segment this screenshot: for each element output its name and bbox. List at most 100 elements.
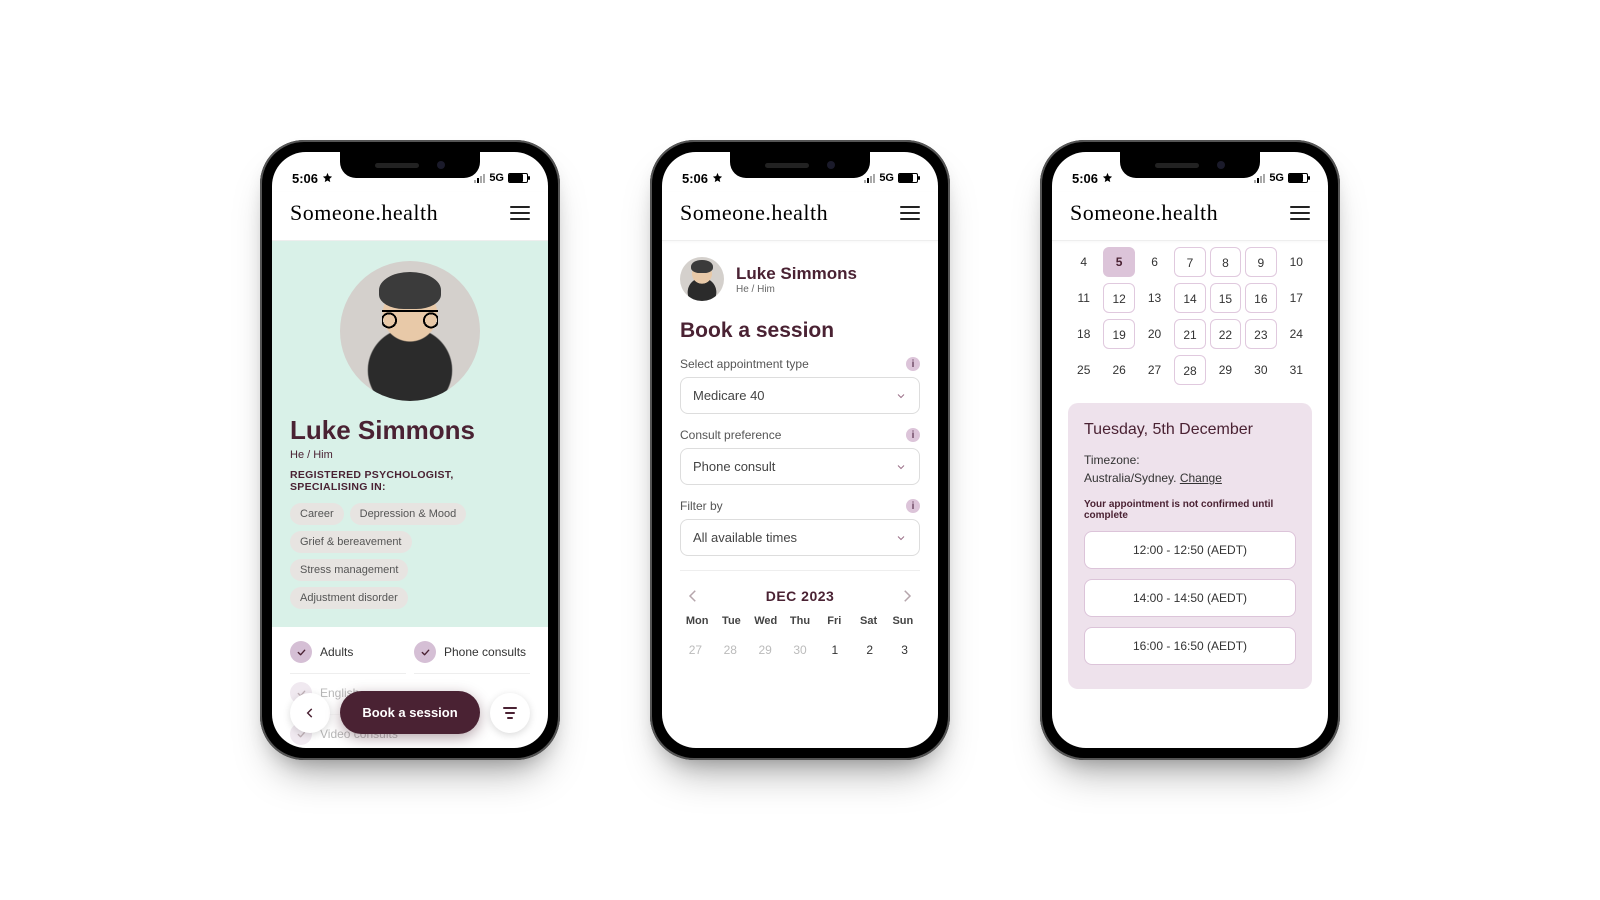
booking-heading: Book a session xyxy=(680,319,920,343)
specialty-chip: Stress management xyxy=(290,559,408,581)
feature-label: Adults xyxy=(320,645,353,659)
provider-name: Luke Simmons xyxy=(290,415,530,446)
provider-pronouns: He / Him xyxy=(290,449,530,461)
filter-label: Filter by xyxy=(680,499,723,513)
chevron-down-icon xyxy=(895,532,907,544)
provider-role: REGISTERED PSYCHOLOGIST, SPECIALISING IN… xyxy=(290,469,530,493)
star-icon xyxy=(1102,171,1113,186)
filter-select[interactable]: All available times xyxy=(680,519,920,556)
signal-icon xyxy=(474,173,485,183)
calendar-day: 29 xyxy=(750,635,781,665)
status-network: 5G xyxy=(489,172,504,184)
chevron-down-icon xyxy=(895,390,907,402)
phone-notch xyxy=(1120,152,1260,178)
change-timezone-link[interactable]: Change xyxy=(1180,471,1222,485)
calendar-day: 24 xyxy=(1281,319,1312,349)
calendar-day[interactable]: 7 xyxy=(1174,247,1205,277)
phone-profile: 5:06 5G Someone.health Luke Simmons He /… xyxy=(260,140,560,760)
info-icon[interactable]: i xyxy=(906,357,920,371)
book-session-button[interactable]: Book a session xyxy=(340,691,480,734)
signal-icon xyxy=(864,173,875,183)
calendar-day[interactable]: 12 xyxy=(1103,283,1134,313)
calendar-day: 30 xyxy=(1245,355,1276,385)
calendar-day: 10 xyxy=(1281,247,1312,277)
calendar-day[interactable]: 22 xyxy=(1210,319,1241,349)
specialty-chip: Adjustment disorder xyxy=(290,587,408,609)
consult-pref-select[interactable]: Phone consult xyxy=(680,448,920,485)
battery-icon xyxy=(898,173,918,183)
calendar-day[interactable]: 23 xyxy=(1245,319,1276,349)
calendar-day: 27 xyxy=(1139,355,1170,385)
menu-icon[interactable] xyxy=(900,206,920,220)
calendar-day: 30 xyxy=(785,635,816,665)
calendar-day[interactable]: 8 xyxy=(1210,247,1241,277)
app-header: Someone.health xyxy=(272,192,548,241)
menu-icon[interactable] xyxy=(1290,206,1310,220)
app-header: Someone.health xyxy=(662,192,938,241)
time-slot[interactable]: 16:00 - 16:50 (AEDT) xyxy=(1084,627,1296,665)
timezone-value: Australia/Sydney. xyxy=(1084,471,1177,485)
calendar-dow: Mon Tue Wed Thu Fri Sat Sun xyxy=(680,615,920,627)
calendar-day: 20 xyxy=(1139,319,1170,349)
menu-icon[interactable] xyxy=(510,206,530,220)
status-time: 5:06 xyxy=(292,171,318,186)
calendar-week: 25262728293031 xyxy=(1068,355,1312,385)
brand-logo: Someone.health xyxy=(1070,200,1218,226)
time-slot[interactable]: 14:00 - 14:50 (AEDT) xyxy=(1084,579,1296,617)
provider-name: Luke Simmons xyxy=(736,264,857,284)
phone-booking: 5:06 5G Someone.health Luke Simmons He /… xyxy=(650,140,950,760)
calendar-day: 26 xyxy=(1103,355,1134,385)
consult-pref-value: Phone consult xyxy=(693,459,775,474)
calendar-day: 11 xyxy=(1068,283,1099,313)
timezone-label: Timezone: xyxy=(1084,453,1296,467)
time-slot[interactable]: 12:00 - 12:50 (AEDT) xyxy=(1084,531,1296,569)
calendar-day: 18 xyxy=(1068,319,1099,349)
info-icon[interactable]: i xyxy=(906,499,920,513)
back-button[interactable] xyxy=(290,693,330,733)
star-icon xyxy=(322,171,333,186)
prev-month-button[interactable] xyxy=(684,587,702,605)
filter-button[interactable] xyxy=(490,693,530,733)
provider-avatar xyxy=(340,261,480,401)
filter-icon xyxy=(503,707,517,719)
calendar-day[interactable]: 1 xyxy=(819,635,850,665)
profile-hero: Luke Simmons He / Him REGISTERED PSYCHOL… xyxy=(272,241,548,627)
check-icon xyxy=(414,641,436,663)
appt-type-label: Select appointment type xyxy=(680,357,809,371)
calendar-day[interactable]: 16 xyxy=(1245,283,1276,313)
calendar-week: 45678910 xyxy=(1068,247,1312,277)
specialty-chip: Career xyxy=(290,503,344,525)
brand-logo: Someone.health xyxy=(680,200,828,226)
calendar-day[interactable]: 21 xyxy=(1174,319,1205,349)
calendar-day: 25 xyxy=(1068,355,1099,385)
appt-type-select[interactable]: Medicare 40 xyxy=(680,377,920,414)
brand-logo: Someone.health xyxy=(290,200,438,226)
calendar-day[interactable]: 9 xyxy=(1245,247,1276,277)
calendar-day[interactable]: 14 xyxy=(1174,283,1205,313)
filter-value: All available times xyxy=(693,530,797,545)
specialty-chip: Depression & Mood xyxy=(350,503,467,525)
selected-date: Tuesday, 5th December xyxy=(1084,421,1296,439)
phone-notch xyxy=(340,152,480,178)
calendar-day[interactable]: 19 xyxy=(1103,319,1134,349)
status-time: 5:06 xyxy=(1072,171,1098,186)
calendar-day[interactable]: 28 xyxy=(1174,355,1205,385)
calendar-day[interactable]: 5 xyxy=(1103,247,1134,277)
mini-profile: Luke Simmons He / Him xyxy=(680,257,920,301)
status-network: 5G xyxy=(1269,172,1284,184)
status-network: 5G xyxy=(879,172,894,184)
phone-slots: 5:06 5G Someone.health 45678910111213141… xyxy=(1040,140,1340,760)
battery-icon xyxy=(1288,173,1308,183)
provider-avatar xyxy=(680,257,724,301)
next-month-button[interactable] xyxy=(898,587,916,605)
calendar-day: 13 xyxy=(1139,283,1170,313)
calendar-day: 29 xyxy=(1210,355,1241,385)
feature-label: Phone consults xyxy=(444,645,526,659)
info-icon[interactable]: i xyxy=(906,428,920,442)
phone-notch xyxy=(730,152,870,178)
calendar-day[interactable]: 2 xyxy=(854,635,885,665)
calendar-day[interactable]: 3 xyxy=(889,635,920,665)
calendar-week: 27 28 29 30 1 2 3 xyxy=(680,635,920,665)
feature-phone: Phone consults xyxy=(414,641,530,674)
calendar-day[interactable]: 15 xyxy=(1210,283,1241,313)
